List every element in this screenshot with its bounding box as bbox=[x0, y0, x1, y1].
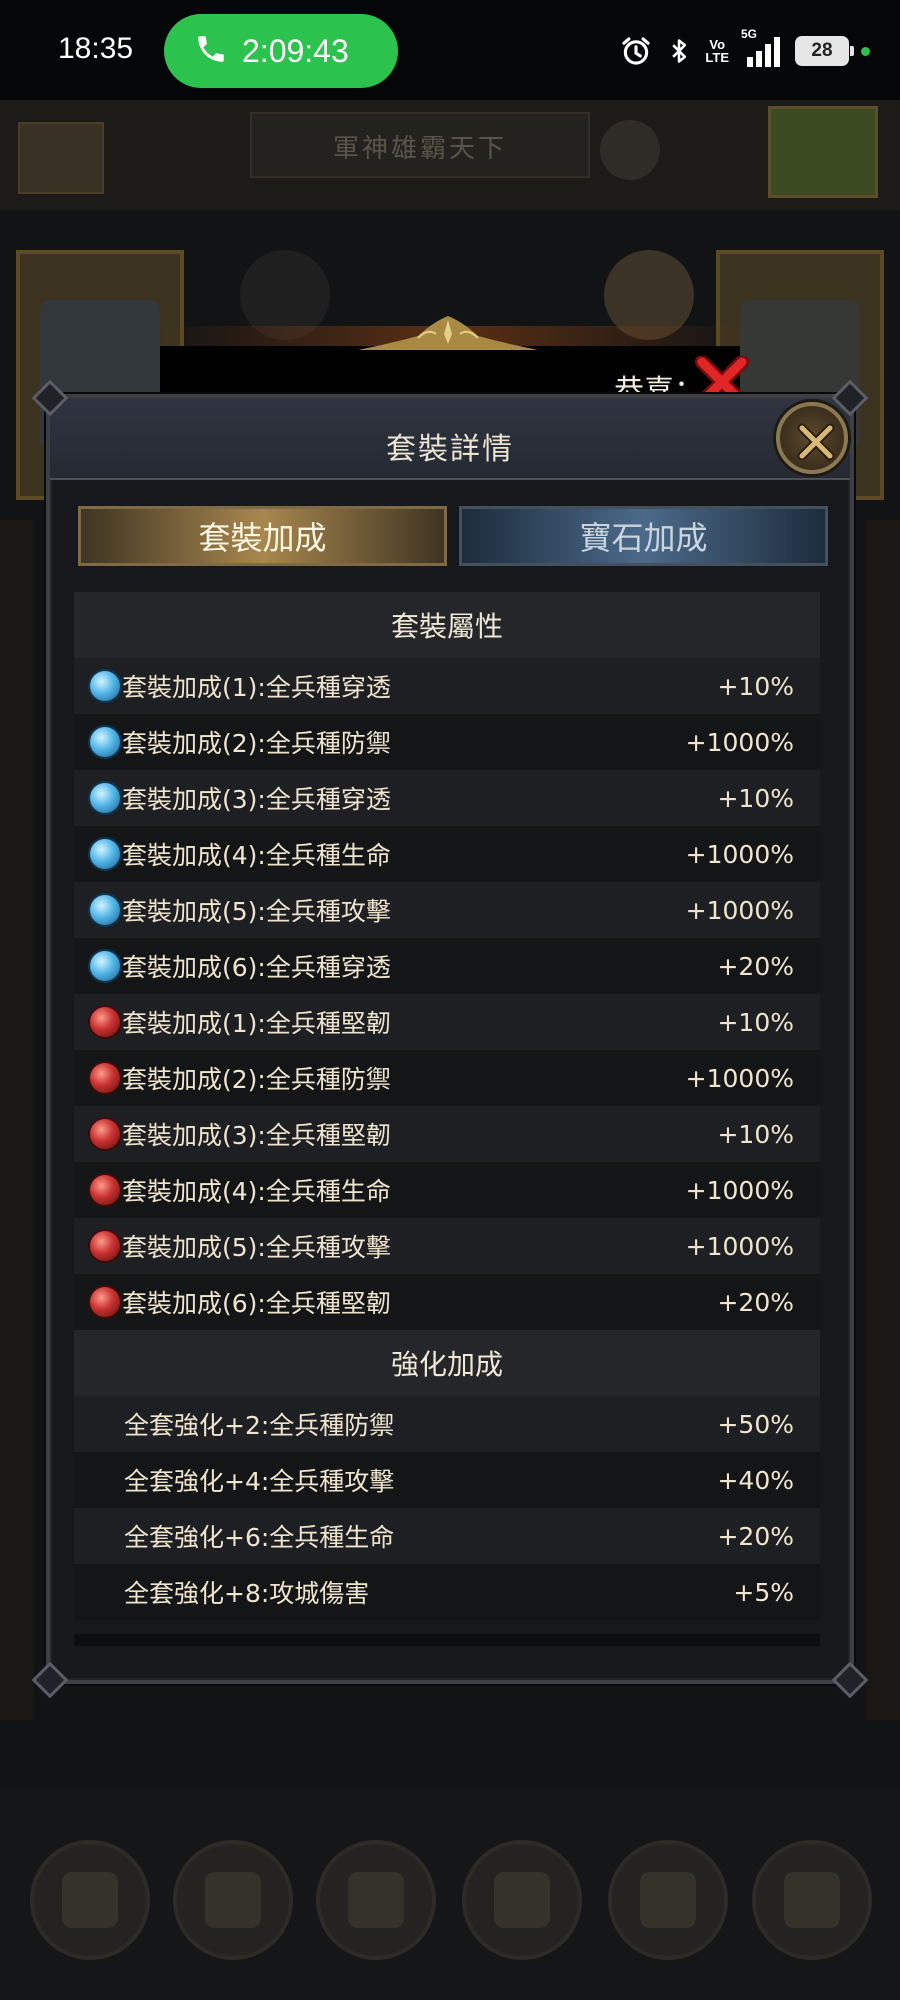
tab-set-bonus[interactable]: 套裝加成 bbox=[78, 506, 447, 566]
side-panel-left bbox=[0, 520, 34, 1720]
list-bottom-edge bbox=[74, 1634, 820, 1646]
red-gem-icon bbox=[90, 1119, 120, 1149]
nav-button-6[interactable] bbox=[752, 1840, 872, 1960]
privacy-indicator-dot bbox=[861, 46, 870, 56]
bottom-navigation bbox=[0, 1790, 900, 2000]
battery-icon: 28 bbox=[795, 36, 854, 66]
list-item: 全套強化+2:全兵種防禦 +50% bbox=[74, 1396, 820, 1452]
enhance-bonus-header: 強化加成 bbox=[74, 1330, 820, 1396]
gamepad-icon[interactable] bbox=[768, 106, 878, 198]
list-item: 套裝加成(2):全兵種防禦 +1000% bbox=[74, 1050, 820, 1106]
call-duration: 2:09:43 bbox=[242, 32, 349, 69]
close-button[interactable] bbox=[776, 402, 848, 474]
red-gem-icon bbox=[90, 1175, 120, 1205]
tab-gem-bonus[interactable]: 寶石加成 bbox=[459, 506, 828, 566]
blue-gem-icon bbox=[90, 783, 120, 813]
crest-ornament-icon bbox=[348, 314, 548, 354]
nav-button-3[interactable] bbox=[316, 1840, 436, 1960]
blue-gem-icon bbox=[90, 727, 120, 757]
ongoing-call-chip[interactable]: 2:09:43 bbox=[164, 14, 398, 88]
nav-button-5[interactable] bbox=[608, 1840, 728, 1960]
list-item: 套裝加成(3):全兵種堅韌 +10% bbox=[74, 1106, 820, 1162]
enhance-bonus-list: 全套強化+2:全兵種防禦 +50% 全套強化+4:全兵種攻擊 +40% 全套強化+6… bbox=[74, 1396, 820, 1620]
red-gem-icon bbox=[90, 1063, 120, 1093]
volte-icon: Vo LTE bbox=[705, 37, 729, 65]
status-time: 18:35 bbox=[58, 32, 134, 65]
set-attributes-list: 套裝加成(1):全兵種穿透 +10% 套裝加成(2):全兵種防禦 +1000% 套裝… bbox=[74, 658, 820, 1330]
set-attributes-header: 套裝屬性 bbox=[74, 592, 820, 658]
bluetooth-icon bbox=[665, 34, 693, 68]
alarm-icon bbox=[619, 34, 653, 68]
list-item: 全套強化+8:攻城傷害 +5% bbox=[74, 1564, 820, 1620]
blue-gem-icon bbox=[90, 839, 120, 869]
list-item: 套裝加成(3):全兵種穿透 +10% bbox=[74, 770, 820, 826]
modal-header: 套裝詳情 bbox=[50, 398, 850, 480]
list-item: 套裝加成(5):全兵種攻擊 +1000% bbox=[74, 1218, 820, 1274]
modal-title: 套裝詳情 bbox=[386, 432, 514, 467]
status-icons: Vo LTE 5G 28 bbox=[619, 27, 870, 72]
list-item: 套裝加成(6):全兵種穿透 +20% bbox=[74, 938, 820, 994]
phone-icon bbox=[194, 32, 228, 70]
nav-button-1[interactable] bbox=[30, 1840, 150, 1960]
status-bar: 18:35 2:09:43 Vo LTE 5G 28 bbox=[0, 0, 900, 100]
blue-gem-icon bbox=[90, 951, 120, 981]
game-title: 軍神雄霸天下 bbox=[332, 134, 507, 164]
list-item: 套裝加成(1):全兵種穿透 +10% bbox=[74, 658, 820, 714]
brush-icon[interactable] bbox=[600, 120, 660, 180]
list-item: 全套強化+4:全兵種攻擊 +40% bbox=[74, 1452, 820, 1508]
red-gem-icon bbox=[90, 1231, 120, 1261]
modal-tabs: 套裝加成 寶石加成 bbox=[78, 506, 828, 566]
list-item: 套裝加成(5):全兵種攻擊 +1000% bbox=[74, 882, 820, 938]
set-details-modal: 套裝詳情 套裝加成 寶石加成 套裝屬性 套裝加成(1):全兵種穿透 +10% 套裝… bbox=[31, 379, 869, 1699]
list-item: 套裝加成(4):全兵種生命 +1000% bbox=[74, 826, 820, 882]
blue-gem-icon bbox=[90, 895, 120, 925]
red-gem-icon bbox=[90, 1287, 120, 1317]
list-item: 套裝加成(1):全兵種堅韌 +10% bbox=[74, 994, 820, 1050]
list-item: 套裝加成(6):全兵種堅韌 +20% bbox=[74, 1274, 820, 1330]
side-panel-right bbox=[866, 520, 900, 1720]
list-item: 全套強化+6:全兵種生命 +20% bbox=[74, 1508, 820, 1564]
back-button[interactable] bbox=[18, 122, 104, 194]
list-item: 套裝加成(4):全兵種生命 +1000% bbox=[74, 1162, 820, 1218]
red-gem-icon bbox=[90, 1007, 120, 1037]
blue-gem-icon bbox=[90, 671, 120, 701]
nav-button-2[interactable] bbox=[173, 1840, 293, 1960]
signal-icon: 5G bbox=[741, 27, 783, 69]
nav-button-4[interactable] bbox=[462, 1840, 582, 1960]
list-item: 套裝加成(2):全兵種防禦 +1000% bbox=[74, 714, 820, 770]
